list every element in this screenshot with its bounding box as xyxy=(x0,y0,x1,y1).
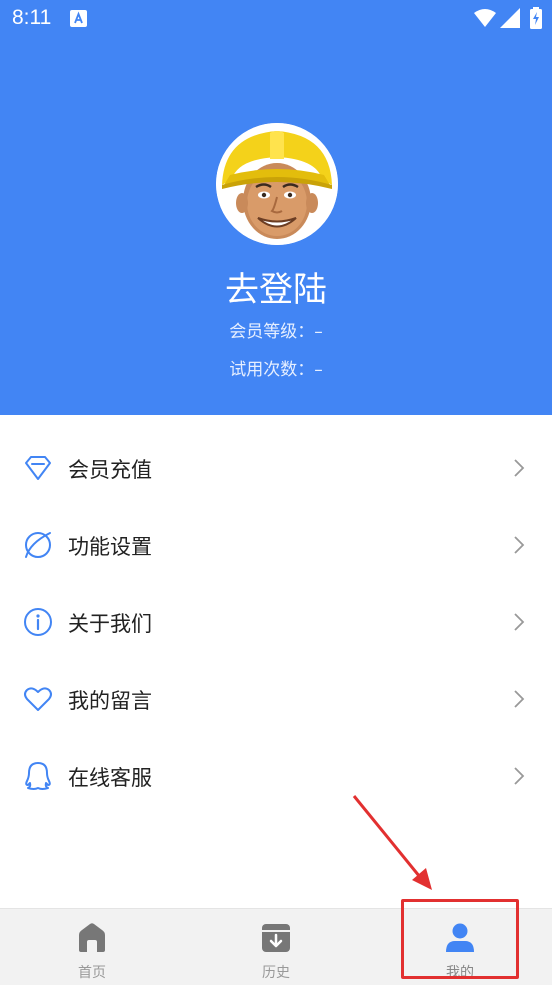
info-icon xyxy=(24,608,52,636)
login-prompt[interactable]: 去登陆 xyxy=(0,262,552,311)
status-bar: 8:11 xyxy=(0,0,552,38)
qq-icon xyxy=(25,762,51,790)
settings-menu: 会员充值 功能设置 关于我们 我的留言 在线客服 xyxy=(0,430,552,815)
chevron-right-icon xyxy=(514,613,525,631)
chevron-right-icon xyxy=(514,690,525,708)
menu-item-function-settings[interactable]: 功能设置 xyxy=(0,507,552,584)
member-level-text: 会员等级：– xyxy=(229,322,323,342)
chevron-right-icon xyxy=(514,459,525,477)
avatar-worker-image xyxy=(216,123,338,245)
notification-a-icon xyxy=(70,10,87,27)
chevron-right-icon xyxy=(514,767,525,785)
battery-charging-icon xyxy=(530,7,542,29)
menu-item-online-service[interactable]: 在线客服 xyxy=(0,738,552,815)
heart-icon xyxy=(24,687,52,711)
diamond-icon xyxy=(25,456,51,480)
home-icon xyxy=(79,923,105,952)
nav-tab-home[interactable]: 首页 xyxy=(0,909,184,985)
menu-item-about-us[interactable]: 关于我们 xyxy=(0,584,552,661)
annotation-highlight-box xyxy=(401,899,519,979)
menu-item-label: 我的留言 xyxy=(68,689,152,713)
avatar[interactable] xyxy=(216,123,338,245)
leaf-icon xyxy=(25,532,51,558)
menu-item-label: 在线客服 xyxy=(68,766,152,790)
status-time: 8:11 xyxy=(12,6,52,29)
history-box-icon xyxy=(262,924,290,952)
menu-item-label: 关于我们 xyxy=(68,612,152,636)
signal-icon xyxy=(500,8,520,28)
wifi-icon xyxy=(474,9,496,27)
nav-label: 首页 xyxy=(78,965,106,981)
menu-item-label: 功能设置 xyxy=(68,535,152,559)
profile-header: 8:11 去登陆 会员等级：– 试用次数：– xyxy=(0,0,552,415)
chevron-right-icon xyxy=(514,536,525,554)
menu-item-my-messages[interactable]: 我的留言 xyxy=(0,661,552,738)
menu-item-membership-recharge[interactable]: 会员充值 xyxy=(0,430,552,507)
trial-count-text: 试用次数：– xyxy=(229,360,323,380)
nav-label: 历史 xyxy=(262,965,290,981)
annotation-arrow xyxy=(352,795,432,890)
nav-tab-history[interactable]: 历史 xyxy=(184,909,368,985)
menu-item-label: 会员充值 xyxy=(68,458,152,482)
